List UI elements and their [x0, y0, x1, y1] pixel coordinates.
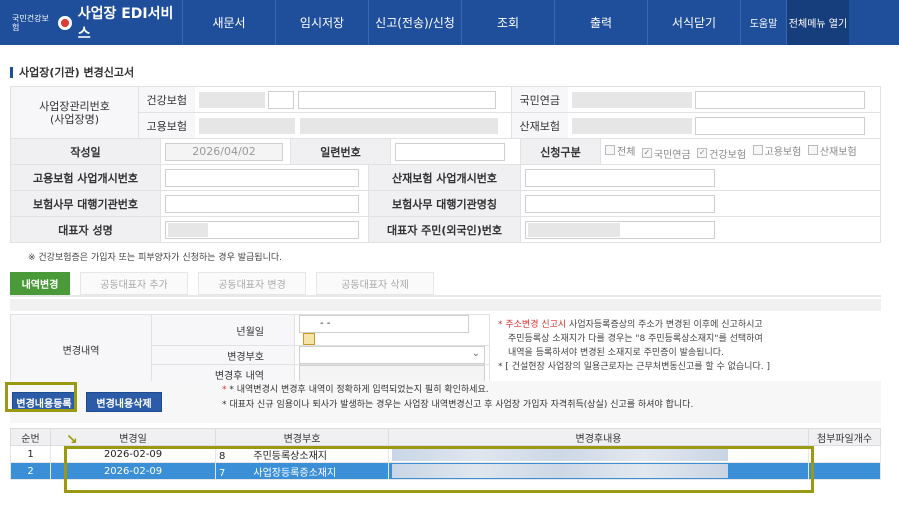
page-title: 사업장(기관) 변경신고서: [10, 64, 134, 80]
agency-no-label: 보험사무 대행기관번호: [10, 190, 161, 217]
accident-no-masked: [571, 117, 692, 134]
rep-id-masked: [528, 222, 620, 237]
note-representative-change: * 대표자 신규 임용이나 퇴사가 발생하는 경우는 사업장 내역변경신고 후 …: [222, 400, 694, 410]
chevron-down-icon: ⌄: [471, 348, 480, 359]
col-header-content[interactable]: 변경후내용: [388, 428, 809, 446]
health-card-note: ※ 건강보험증은 가입자 또는 피부양자가 신청하는 경우 발급됩니다.: [28, 253, 282, 263]
rep-id-label: 대표자 주민(외국인)번호: [368, 216, 521, 243]
note-address-change: * 주소변경 신고시 사업자등록증상의 주소가 변경된 이후에 신고하시고: [498, 320, 763, 330]
logo-mark-icon: [58, 15, 72, 30]
report-type-accident-checkbox[interactable]: 산재보험: [807, 143, 857, 158]
note-card-delivery: 내역을 등록하셔야 변경된 소재지로 주민증이 발송됩니다.: [508, 348, 724, 358]
employment-business-name-masked: [300, 117, 498, 134]
employment-mgmt-no-masked: [198, 117, 295, 134]
change-input-form: 변경내역 년월일 - - 변경부호 ⌄ 변경후 내역: [9, 314, 490, 384]
arrow-icon: ↘: [66, 432, 78, 448]
row-no: 2: [10, 462, 51, 480]
main-menu: 새문서 임시저장 신고(전송)/신청 조회 출력 서식닫기 도움말 전체메뉴 열…: [182, 0, 849, 45]
agency-no-field[interactable]: [165, 194, 359, 213]
health-insurance-label: 건강보험: [138, 86, 195, 113]
report-type-all-checkbox[interactable]: 전체: [605, 143, 635, 158]
tab-change-co-representative[interactable]: 공동대표자 변경: [198, 272, 306, 295]
tab-add-co-representative[interactable]: 공동대표자 추가: [80, 272, 188, 295]
report-info-form: 작성일 2026/04/02 일련번호 신청구분 전체 ✓ 국민연금 ✓ 건강보험 …: [10, 138, 881, 165]
register-button-highlight: [5, 382, 77, 412]
tab-bar: 내역변경 공동대표자 추가 공동대표자 변경 공동대표자 삭제: [10, 271, 881, 297]
calendar-icon[interactable]: [303, 333, 315, 345]
report-type-health-checkbox[interactable]: ✓ 건강보험: [697, 146, 746, 161]
top-navigation-bar: 국민건강보험 사업장 EDI서비스 새문서 임시저장 신고(전송)/신청 조회 …: [0, 0, 899, 45]
menu-print[interactable]: 출력: [554, 0, 647, 45]
acc-open-no-label: 산재보험 사업개시번호: [368, 164, 521, 191]
pension-no-masked: [571, 91, 692, 108]
created-date-field: 2026/04/02: [165, 142, 283, 161]
business-info-form: 사업장관리번호 (사업장명) 건강보험 국민연금 고용보험 산재보험: [10, 86, 881, 139]
menu-temp-save[interactable]: 임시저장: [275, 0, 368, 45]
brand: 국민건강보험 사업장 EDI서비스: [0, 0, 182, 45]
menu-inquiry[interactable]: 조회: [461, 0, 554, 45]
report-type-employment-checkbox[interactable]: 고용보험: [752, 143, 801, 158]
note-resident-address: 주민등록상 소재지가 다를 경우는 "8 주민등록상소재지"를 선택하여: [508, 334, 763, 344]
change-notes: * 주소변경 신고시 사업자등록증상의 주소가 변경된 이후에 신고하시고 주민…: [498, 318, 878, 374]
rep-name-masked: [168, 222, 208, 237]
checkbox-icon: [752, 145, 763, 155]
pension-business-name-field[interactable]: [695, 90, 865, 109]
tab-change-details[interactable]: 내역변경: [10, 272, 70, 295]
health-business-name-field[interactable]: [297, 90, 496, 109]
checkmark-icon: ✓: [697, 148, 708, 158]
note-verify-input: * * 내역변경시 변경후 내역이 정확하게 입력되었는지 필히 확인하세요.: [222, 385, 489, 395]
row-no: 1: [10, 445, 51, 463]
page-title-text: 사업장(기관) 변경신고서: [19, 66, 135, 79]
checkbox-icon: [807, 145, 818, 155]
employment-insurance-label: 고용보험: [138, 112, 195, 139]
agency-name-label: 보험사무 대행기관명칭: [368, 190, 521, 217]
all-menu-button[interactable]: 전체메뉴 열기: [786, 0, 849, 45]
representative-form: 고용보험 사업개시번호 산재보험 사업개시번호 보험사무 대행기관번호 보험사무…: [10, 164, 881, 243]
health-mgmt-no-masked: [198, 91, 265, 108]
rows-highlight: [64, 446, 814, 493]
nhis-logo: 국민건강보험: [12, 14, 72, 32]
change-code-label: 변경부호: [151, 345, 295, 365]
change-date-field[interactable]: - -: [299, 315, 469, 333]
serial-no-label: 일련번호: [290, 138, 391, 165]
pension-label: 국민연금: [511, 86, 568, 113]
checkbox-icon: [605, 145, 615, 155]
mgmt-no-label: 사업장관리번호 (사업장명): [10, 86, 139, 139]
accident-business-name-field[interactable]: [695, 116, 865, 135]
title-bar-icon: [10, 66, 13, 78]
rep-name-field[interactable]: [165, 220, 359, 239]
brand-small-text: 국민건강보험: [12, 13, 49, 32]
created-date-label: 작성일: [10, 138, 161, 165]
button-notes: * * 내역변경시 변경후 내역이 정확하게 입력되었는지 필히 확인하세요. …: [222, 383, 693, 413]
acc-open-no-field[interactable]: [525, 168, 715, 187]
report-type-label: 신청구분: [520, 138, 601, 165]
menu-new-document[interactable]: 새문서: [182, 0, 275, 45]
service-name: 사업장 EDI서비스: [77, 5, 174, 42]
emp-open-no-label: 고용보험 사업개시번호: [10, 164, 161, 191]
help-button[interactable]: 도움말: [740, 0, 786, 45]
delete-change-button[interactable]: 변경내용삭제: [86, 392, 162, 412]
change-section-label: 변경내역: [9, 314, 153, 384]
note-construction-site: * [ 건설현장 사업장의 일용근로자는 근무처변동신고를 할 수 없습니다. …: [498, 362, 770, 372]
emp-open-no-field[interactable]: [165, 168, 359, 187]
section-divider: [10, 299, 881, 311]
serial-no-field[interactable]: [395, 142, 505, 161]
rep-id-field[interactable]: [525, 220, 715, 239]
row-attachments: [808, 445, 881, 463]
col-header-code[interactable]: 변경부호: [215, 428, 389, 446]
tab-delete-co-representative[interactable]: 공동대표자 삭제: [316, 272, 434, 295]
menu-close-form[interactable]: 서식닫기: [647, 0, 740, 45]
checkmark-icon: ✓: [641, 148, 652, 158]
change-date-label: 년월일: [151, 314, 295, 346]
menu-report-submit[interactable]: 신고(전송)/신청: [368, 0, 461, 45]
agency-name-field[interactable]: [525, 194, 715, 213]
rep-name-label: 대표자 성명: [10, 216, 161, 243]
change-code-select[interactable]: ⌄: [299, 346, 485, 364]
health-mgmt-no-field[interactable]: [268, 90, 294, 109]
report-type-pension-checkbox[interactable]: ✓ 국민연금: [641, 146, 691, 161]
row-attachments: [808, 462, 881, 480]
col-header-attachments[interactable]: 첨부파일개수: [808, 428, 881, 446]
col-header-no[interactable]: 순번: [10, 428, 51, 446]
accident-insurance-label: 산재보험: [511, 112, 568, 139]
